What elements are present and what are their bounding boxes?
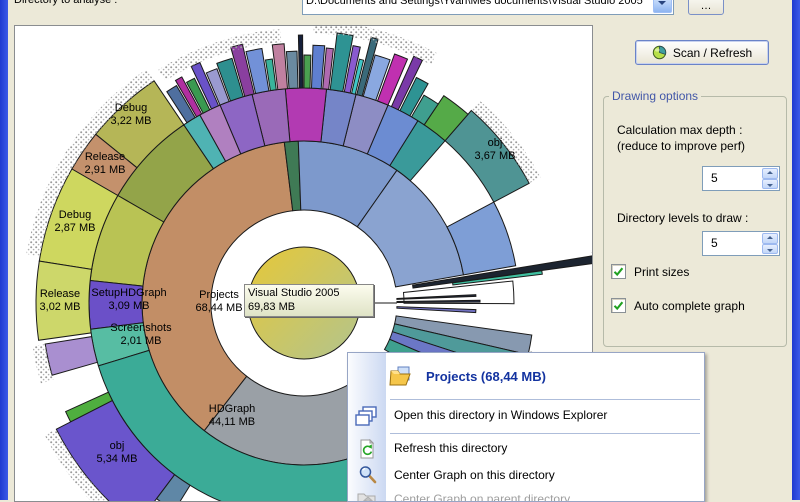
menu-item-open-explorer[interactable]: Open this directory in Windows Explorer xyxy=(348,401,704,431)
tooltip-directory-size: 69,83 MB xyxy=(248,300,370,314)
chart-sector-label: Debug 3,22 MB xyxy=(111,102,152,128)
auto-complete-checkbox[interactable] xyxy=(611,298,626,313)
scan-refresh-label: Scan / Refresh xyxy=(673,46,752,60)
menu-item-center-this[interactable]: Center Graph on this directory xyxy=(348,462,704,488)
menu-separator xyxy=(390,433,700,434)
levels-label: Directory levels to draw : xyxy=(617,211,748,225)
context-menu: Projects (68,44 MB) Open this directory … xyxy=(347,352,705,502)
open-folder-icon xyxy=(389,365,413,387)
menu-item-label: Center Graph on parent directory xyxy=(394,492,570,502)
auto-complete-label: Auto complete graph xyxy=(634,299,745,313)
chart-sector-label: SetupHDGraph 3,09 MB xyxy=(91,287,166,313)
context-menu-title: Projects (68,44 MB) xyxy=(426,369,546,384)
levels-down-button[interactable] xyxy=(762,244,778,255)
directory-path-value[interactable]: D:\Documents and Settings\Yvan\Mes docum… xyxy=(306,0,643,7)
pie-chart-icon xyxy=(652,45,667,60)
checkmark-icon xyxy=(612,265,625,278)
levels-input[interactable]: 5 xyxy=(702,231,780,256)
auto-complete-checkbox-row[interactable]: Auto complete graph xyxy=(611,298,745,313)
browse-button[interactable]: … xyxy=(688,0,724,15)
chart-sector-label: Projects 68,44 MB xyxy=(195,289,242,315)
combo-dropdown-button[interactable] xyxy=(653,0,672,13)
calc-depth-sublabel: (reduce to improve perf) xyxy=(617,139,745,153)
calc-depth-label: Calculation max depth : xyxy=(617,123,742,137)
windows-cascade-icon xyxy=(355,404,379,428)
chart-sector[interactable] xyxy=(298,35,303,88)
arrow-up-icon xyxy=(767,236,773,239)
chart-sector[interactable] xyxy=(312,45,325,88)
window-border-left xyxy=(0,0,8,500)
chart-sector-label: HDGraph 44,11 MB xyxy=(209,403,255,429)
drawing-options-title: Drawing options xyxy=(609,89,701,103)
arrow-down-icon xyxy=(767,184,773,187)
menu-item-label: Open this directory in Windows Explorer xyxy=(394,408,607,422)
chart-sector-label: Release 2,91 MB xyxy=(85,151,126,177)
folder-up-icon xyxy=(357,490,377,502)
calc-depth-value[interactable]: 5 xyxy=(711,171,718,185)
scan-refresh-button[interactable]: Scan / Refresh xyxy=(635,40,769,65)
print-sizes-label: Print sizes xyxy=(634,265,689,279)
print-sizes-checkbox[interactable] xyxy=(611,264,626,279)
chart-sector-label: Screenshots 2,01 MB xyxy=(110,322,171,348)
calc-depth-down-button[interactable] xyxy=(762,179,778,190)
calc-depth-up-button[interactable] xyxy=(762,168,778,179)
chart-sector[interactable] xyxy=(45,337,97,376)
hover-tooltip: Visual Studio 2005 69,83 MB xyxy=(244,284,374,317)
directory-combobox[interactable]: D:\Documents and Settings\Yvan\Mes docum… xyxy=(302,0,674,15)
window-border-right xyxy=(792,0,800,500)
chart-sector-label: Debug 2,87 MB xyxy=(55,209,96,235)
chart-sector[interactable] xyxy=(286,51,298,88)
refresh-icon xyxy=(358,439,376,459)
menu-item-label: Refresh this directory xyxy=(394,441,507,455)
menu-item-label: Center Graph on this directory xyxy=(394,468,555,482)
chart-sector[interactable] xyxy=(285,88,326,142)
chart-sector-label: obj 5,34 MB xyxy=(97,440,138,466)
chart-sector-label: Release 3,02 MB xyxy=(40,288,81,314)
levels-value[interactable]: 5 xyxy=(711,236,718,250)
calc-depth-input[interactable]: 5 xyxy=(702,166,780,191)
magnifier-icon xyxy=(358,465,378,485)
hdgraph-window: { "topbar": { "label": "Directory to ana… xyxy=(0,0,800,500)
context-menu-header: Projects (68,44 MB) xyxy=(348,363,704,399)
tooltip-directory-name: Visual Studio 2005 xyxy=(248,286,370,300)
arrow-up-icon xyxy=(767,171,773,174)
chart-sector-label: obj 3,67 MB xyxy=(475,137,516,163)
chevron-down-icon xyxy=(658,1,666,9)
arrow-down-icon xyxy=(767,249,773,252)
directory-label: Directory to analyse : xyxy=(14,0,300,13)
levels-up-button[interactable] xyxy=(762,233,778,244)
chart-sector[interactable] xyxy=(397,307,476,313)
chart-sector[interactable] xyxy=(304,55,311,88)
print-sizes-checkbox-row[interactable]: Print sizes xyxy=(611,264,689,279)
menu-separator xyxy=(390,399,700,400)
checkmark-icon xyxy=(612,299,625,312)
menu-item-refresh[interactable]: Refresh this directory xyxy=(348,436,704,462)
